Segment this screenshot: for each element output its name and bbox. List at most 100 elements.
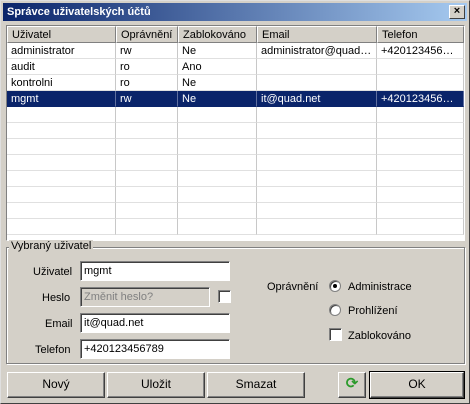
table-cell <box>7 107 116 123</box>
table-cell <box>257 155 377 171</box>
new-button[interactable]: Nový <box>7 372 105 398</box>
table-cell: rw <box>116 91 178 107</box>
table-cell <box>178 219 257 235</box>
table-cell <box>7 219 116 235</box>
table-cell: ro <box>116 75 178 91</box>
table-cell <box>377 155 464 171</box>
table-cell <box>7 171 116 187</box>
table-cell <box>257 59 377 75</box>
table-cell <box>257 139 377 155</box>
blocked-checkbox[interactable] <box>329 328 342 341</box>
email-field[interactable]: it@quad.net <box>80 313 230 333</box>
group-title: Vybraný uživatel <box>9 240 94 253</box>
table-header: Uživatel Oprávnění Zablokováno Email Tel… <box>7 26 464 43</box>
radio-administration-label[interactable]: Administrace <box>348 280 412 294</box>
column-header-phone[interactable]: Telefon <box>377 26 464 43</box>
table-cell <box>257 219 377 235</box>
ok-button[interactable]: OK <box>369 371 465 399</box>
table-cell <box>257 107 377 123</box>
table-cell <box>116 107 178 123</box>
table-cell: audit <box>7 59 116 75</box>
table-cell <box>116 171 178 187</box>
column-header-permission[interactable]: Oprávnění <box>116 26 178 43</box>
table-cell <box>377 107 464 123</box>
table-cell <box>116 123 178 139</box>
table-cell <box>178 107 257 123</box>
email-label: Email <box>45 318 73 330</box>
table-cell <box>377 187 464 203</box>
empty-table-row <box>7 219 464 235</box>
table-row[interactable]: audit ro Ano <box>7 59 464 75</box>
empty-table-row <box>7 203 464 219</box>
column-header-user[interactable]: Uživatel <box>7 26 116 43</box>
empty-table-row <box>7 107 464 123</box>
empty-table-row <box>7 139 464 155</box>
table-row[interactable]: kontrolni ro Ne <box>7 75 464 91</box>
radio-view-label[interactable]: Prohlížení <box>348 304 398 318</box>
blocked-checkbox-label[interactable]: Zablokováno <box>348 329 411 343</box>
users-table[interactable]: Uživatel Oprávnění Zablokováno Email Tel… <box>6 25 465 241</box>
refresh-button[interactable]: ⟳ <box>338 372 366 398</box>
table-row[interactable]: administrator rw Ne administrator@quad.... +… <box>7 43 464 59</box>
user-manager-window: Správce uživatelských účtů × Uživatel Op… <box>0 0 470 404</box>
table-cell <box>7 123 116 139</box>
table-cell: it@quad.net <box>257 91 377 107</box>
table-cell <box>7 155 116 171</box>
delete-button[interactable]: Smazat <box>207 372 305 398</box>
radio-view[interactable] <box>329 304 341 316</box>
table-cell: Ano <box>178 59 257 75</box>
table-cell <box>178 155 257 171</box>
table-cell <box>377 139 464 155</box>
table-cell: administrator@quad.... <box>257 43 377 59</box>
table-cell: mgmt <box>7 91 116 107</box>
table-cell <box>178 187 257 203</box>
table-cell <box>377 219 464 235</box>
table-cell: kontrolni <box>7 75 116 91</box>
change-password-checkbox[interactable] <box>218 290 231 303</box>
table-cell <box>257 75 377 91</box>
window-title: Správce uživatelských účtů <box>7 6 151 18</box>
column-header-email[interactable]: Email <box>257 26 377 43</box>
password-field[interactable]: Změnit heslo? <box>80 287 210 307</box>
username-label: Uživatel <box>33 266 73 278</box>
empty-table-row <box>7 171 464 187</box>
table-cell <box>257 187 377 203</box>
table-cell: administrator <box>7 43 116 59</box>
table-cell <box>377 59 464 75</box>
phone-field[interactable]: +420123456789 <box>80 339 230 359</box>
refresh-icon: ⟳ <box>345 375 359 392</box>
table-cell: Ne <box>178 75 257 91</box>
table-cell <box>178 123 257 139</box>
radio-administration[interactable] <box>329 280 341 292</box>
table-cell <box>257 203 377 219</box>
permission-label: Oprávnění <box>267 281 319 293</box>
table-cell <box>7 203 116 219</box>
close-button[interactable]: × <box>449 5 465 19</box>
table-cell <box>116 187 178 203</box>
table-cell <box>377 171 464 187</box>
table-cell <box>377 123 464 139</box>
table-cell: ro <box>116 59 178 75</box>
table-cell: rw <box>116 43 178 59</box>
table-cell <box>7 139 116 155</box>
title-bar: Správce uživatelských účtů × <box>3 3 467 21</box>
password-label: Heslo <box>42 292 71 304</box>
table-cell <box>178 171 257 187</box>
table-cell <box>178 203 257 219</box>
username-field[interactable]: mgmt <box>80 261 230 281</box>
empty-table-row <box>7 155 464 171</box>
table-cell <box>7 187 116 203</box>
table-cell <box>178 139 257 155</box>
table-cell <box>377 203 464 219</box>
table-cell: +420123456789 <box>377 43 464 59</box>
column-header-blocked[interactable]: Zablokováno <box>178 26 257 43</box>
empty-table-row <box>7 187 464 203</box>
table-cell <box>257 171 377 187</box>
table-cell: Ne <box>178 91 257 107</box>
table-row[interactable]: mgmt rw Ne it@quad.net +420123456789 <box>7 91 464 107</box>
table-cell <box>257 123 377 139</box>
table-cell <box>116 203 178 219</box>
table-cell: +420123456789 <box>377 91 464 107</box>
save-button[interactable]: Uložit <box>107 372 205 398</box>
table-cell <box>116 219 178 235</box>
